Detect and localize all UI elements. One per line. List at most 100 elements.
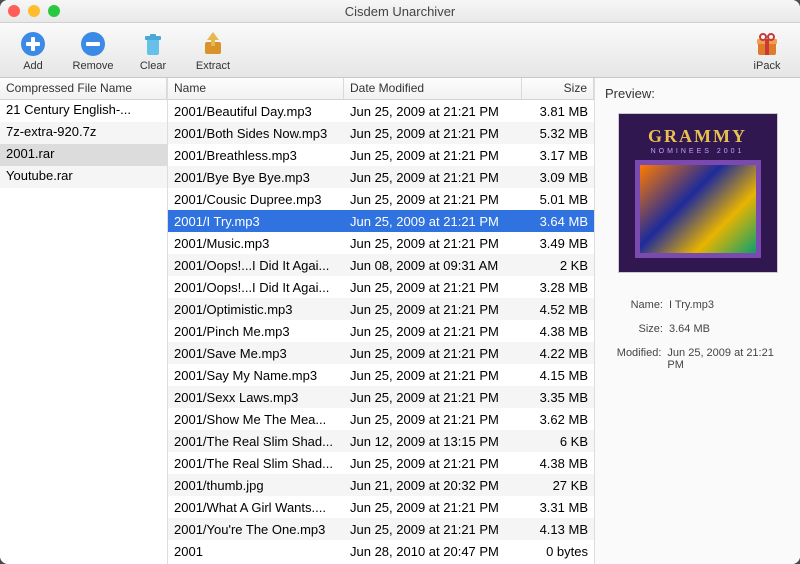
cell-date: Jun 25, 2009 at 21:21 PM [344, 322, 522, 341]
file-row[interactable]: 2001/Music.mp3Jun 25, 2009 at 21:21 PM3.… [168, 232, 594, 254]
cell-name: 2001/Both Sides Now.mp3 [168, 124, 344, 143]
file-row[interactable]: 2001/Both Sides Now.mp3Jun 25, 2009 at 2… [168, 122, 594, 144]
file-row[interactable]: 2001/Cousic Dupree.mp3Jun 25, 2009 at 21… [168, 188, 594, 210]
archive-rows: 21 Century English-...7z-extra-920.7z200… [0, 100, 167, 564]
cover-title: GRAMMY [619, 126, 777, 147]
cell-size: 4.13 MB [522, 520, 594, 539]
extract-label: Extract [196, 60, 230, 72]
cell-date: Jun 25, 2009 at 21:21 PM [344, 344, 522, 363]
cell-date: Jun 12, 2009 at 13:15 PM [344, 432, 522, 451]
cell-date: Jun 25, 2009 at 21:21 PM [344, 190, 522, 209]
cell-date: Jun 25, 2009 at 21:21 PM [344, 520, 522, 539]
remove-icon [79, 30, 107, 58]
cell-date: Jun 25, 2009 at 21:21 PM [344, 168, 522, 187]
cell-size: 4.15 MB [522, 366, 594, 385]
preview-name-label: Name: [605, 299, 663, 311]
cell-name: 2001/Beautiful Day.mp3 [168, 102, 344, 121]
col-name[interactable]: Name [168, 78, 344, 99]
cell-name: 2001/Pinch Me.mp3 [168, 322, 344, 341]
add-button[interactable]: Add [10, 30, 56, 72]
archive-list: Compressed File Name 21 Century English-… [0, 78, 168, 564]
preview-thumbnail: GRAMMY NOMINEES 2001 [618, 113, 778, 273]
file-row[interactable]: 2001/Optimistic.mp3Jun 25, 2009 at 21:21… [168, 298, 594, 320]
preview-mod-label: Modified: [605, 347, 661, 371]
cover-art [635, 160, 761, 258]
cell-name: 2001/Cousic Dupree.mp3 [168, 190, 344, 209]
cell-size: 4.52 MB [522, 300, 594, 319]
cell-date: Jun 25, 2009 at 21:21 PM [344, 124, 522, 143]
file-row[interactable]: 2001/Oops!...I Did It Agai...Jun 25, 200… [168, 276, 594, 298]
archive-row[interactable]: 21 Century English-... [0, 100, 167, 122]
preview-mod-value: Jun 25, 2009 at 21:21 PM [667, 347, 790, 371]
clear-button[interactable]: Clear [130, 30, 176, 72]
preview-pane: Preview: GRAMMY NOMINEES 2001 Name: I Tr… [595, 78, 800, 564]
app-window: Cisdem Unarchiver Add Remove Clear Extra… [0, 0, 800, 564]
cell-name: 2001 [168, 542, 344, 561]
cell-size: 4.38 MB [522, 322, 594, 341]
file-header: Name Date Modified Size [168, 78, 594, 100]
cell-name: 2001/The Real Slim Shad... [168, 454, 344, 473]
ipack-label: iPack [754, 60, 781, 72]
file-row[interactable]: 2001/thumb.jpgJun 21, 2009 at 20:32 PM27… [168, 474, 594, 496]
cell-size: 5.32 MB [522, 124, 594, 143]
col-date[interactable]: Date Modified [344, 78, 522, 99]
file-row[interactable]: 2001/Breathless.mp3Jun 25, 2009 at 21:21… [168, 144, 594, 166]
cell-date: Jun 25, 2009 at 21:21 PM [344, 498, 522, 517]
cell-date: Jun 08, 2009 at 09:31 AM [344, 256, 522, 275]
file-row[interactable]: 2001/Oops!...I Did It Agai...Jun 08, 200… [168, 254, 594, 276]
cell-date: Jun 25, 2009 at 21:21 PM [344, 234, 522, 253]
file-row[interactable]: 2001Jun 28, 2010 at 20:47 PM0 bytes [168, 540, 594, 562]
cell-date: Jun 25, 2009 at 21:21 PM [344, 366, 522, 385]
clear-label: Clear [140, 60, 166, 72]
file-row[interactable]: 2001/Pinch Me.mp3Jun 25, 2009 at 21:21 P… [168, 320, 594, 342]
preview-heading: Preview: [605, 86, 790, 101]
cell-size: 4.22 MB [522, 344, 594, 363]
cell-size: 3.62 MB [522, 410, 594, 429]
file-row[interactable]: 2001/The Real Slim Shad...Jun 12, 2009 a… [168, 430, 594, 452]
file-row[interactable]: 2001/Beautiful Day.mp3Jun 25, 2009 at 21… [168, 100, 594, 122]
preview-mod-row: Modified: Jun 25, 2009 at 21:21 PM [605, 347, 790, 371]
file-row[interactable]: 2001/I Try.mp3Jun 25, 2009 at 21:21 PM3.… [168, 210, 594, 232]
col-arch-name[interactable]: Compressed File Name [0, 78, 167, 99]
cell-size: 3.28 MB [522, 278, 594, 297]
remove-button[interactable]: Remove [70, 30, 116, 72]
cell-date: Jun 25, 2009 at 21:21 PM [344, 102, 522, 121]
cell-date: Jun 25, 2009 at 21:21 PM [344, 300, 522, 319]
archive-row[interactable]: Youtube.rar [0, 166, 167, 188]
remove-label: Remove [73, 60, 114, 72]
file-row[interactable]: 2001/What A Girl Wants....Jun 25, 2009 a… [168, 496, 594, 518]
preview-name-value: I Try.mp3 [669, 299, 714, 311]
col-size[interactable]: Size [522, 78, 594, 99]
cell-date: Jun 21, 2009 at 20:32 PM [344, 476, 522, 495]
cell-size: 3.49 MB [522, 234, 594, 253]
cell-size: 2 KB [522, 256, 594, 275]
cell-name: 2001/You're The One.mp3 [168, 520, 344, 539]
file-row[interactable]: 2001/You're The One.mp3Jun 25, 2009 at 2… [168, 518, 594, 540]
file-row[interactable]: 2001/The Real Slim Shad...Jun 25, 2009 a… [168, 452, 594, 474]
archive-header[interactable]: Compressed File Name [0, 78, 167, 100]
file-row[interactable]: 2001/Say My Name.mp3Jun 25, 2009 at 21:2… [168, 364, 594, 386]
file-row[interactable]: 2001/Bye Bye Bye.mp3Jun 25, 2009 at 21:2… [168, 166, 594, 188]
file-row[interactable]: 2001/Show Me The Mea...Jun 25, 2009 at 2… [168, 408, 594, 430]
add-label: Add [23, 60, 43, 72]
file-rows: 2001/Beautiful Day.mp3Jun 25, 2009 at 21… [168, 100, 594, 564]
cell-name: 2001/Oops!...I Did It Agai... [168, 256, 344, 275]
file-row[interactable]: 2001/Save Me.mp3Jun 25, 2009 at 21:21 PM… [168, 342, 594, 364]
cell-name: 2001/Oops!...I Did It Agai... [168, 278, 344, 297]
cell-size: 3.31 MB [522, 498, 594, 517]
preview-size-row: Size: 3.64 MB [605, 323, 790, 335]
cell-size: 0 bytes [522, 542, 594, 561]
cell-name: 2001/Bye Bye Bye.mp3 [168, 168, 344, 187]
archive-row[interactable]: 2001.rar [0, 144, 167, 166]
ipack-button[interactable]: iPack [744, 30, 790, 72]
toolbar: Add Remove Clear Extract iPack [0, 23, 800, 78]
archive-row[interactable]: 7z-extra-920.7z [0, 122, 167, 144]
preview-size-label: Size: [605, 323, 663, 335]
file-row[interactable]: 2001/Sexx Laws.mp3Jun 25, 2009 at 21:21 … [168, 386, 594, 408]
extract-button[interactable]: Extract [190, 30, 236, 72]
cell-name: 2001/Show Me The Mea... [168, 410, 344, 429]
cell-date: Jun 25, 2009 at 21:21 PM [344, 388, 522, 407]
cell-size: 27 KB [522, 476, 594, 495]
cell-size: 6 KB [522, 432, 594, 451]
cell-date: Jun 28, 2010 at 20:47 PM [344, 542, 522, 561]
